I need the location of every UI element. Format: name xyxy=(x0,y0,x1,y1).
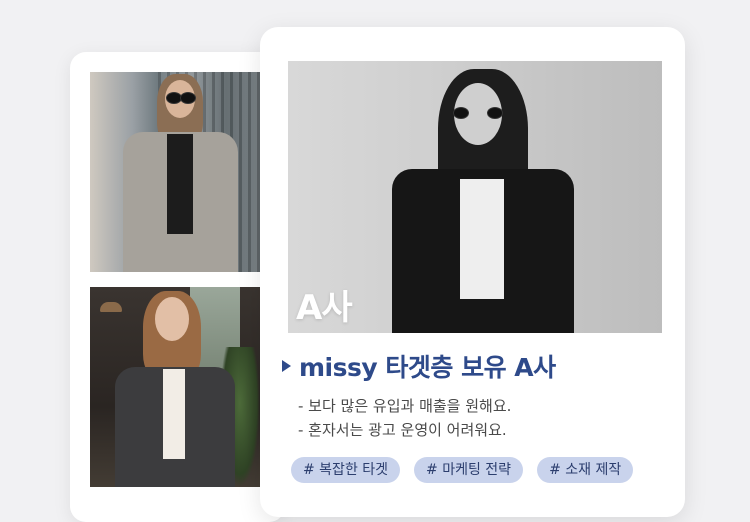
tag-complex-target: # 복잡한 타겟 xyxy=(291,457,401,483)
sunglasses-icon xyxy=(453,107,503,119)
photo-company-label: A사 xyxy=(296,288,353,328)
model-photo-blazer-gray xyxy=(90,72,260,272)
pain-point-list: - 보다 많은 유입과 매출을 원해요. - 혼자서는 광고 운영이 어려워요. xyxy=(298,394,658,442)
inner-top xyxy=(163,369,185,459)
face xyxy=(155,297,189,341)
sunglasses-icon xyxy=(166,92,196,104)
list-item: - 혼자서는 광고 운영이 어려워요. xyxy=(298,421,507,439)
model-photo-main: A사 xyxy=(288,61,662,333)
triangle-right-icon xyxy=(282,360,291,372)
model-figure xyxy=(115,72,245,272)
model-photo-tweed-jacket xyxy=(90,287,260,487)
inner-top xyxy=(167,134,193,234)
model-figure xyxy=(388,69,578,333)
tag-marketing-strategy: # 마케팅 전략 xyxy=(414,457,524,483)
tag-creative-production: # 소재 제작 xyxy=(537,457,634,483)
heading-row: missy 타겟층 보유 A사 xyxy=(282,348,662,384)
card-heading: missy 타겟층 보유 A사 xyxy=(299,353,556,382)
tag-list: # 복잡한 타겟 # 마케팅 전략 # 소재 제작 xyxy=(291,457,634,483)
model-figure xyxy=(105,287,245,487)
white-top xyxy=(460,179,504,299)
list-item: - 보다 많은 유입과 매출을 원해요. xyxy=(298,397,512,415)
